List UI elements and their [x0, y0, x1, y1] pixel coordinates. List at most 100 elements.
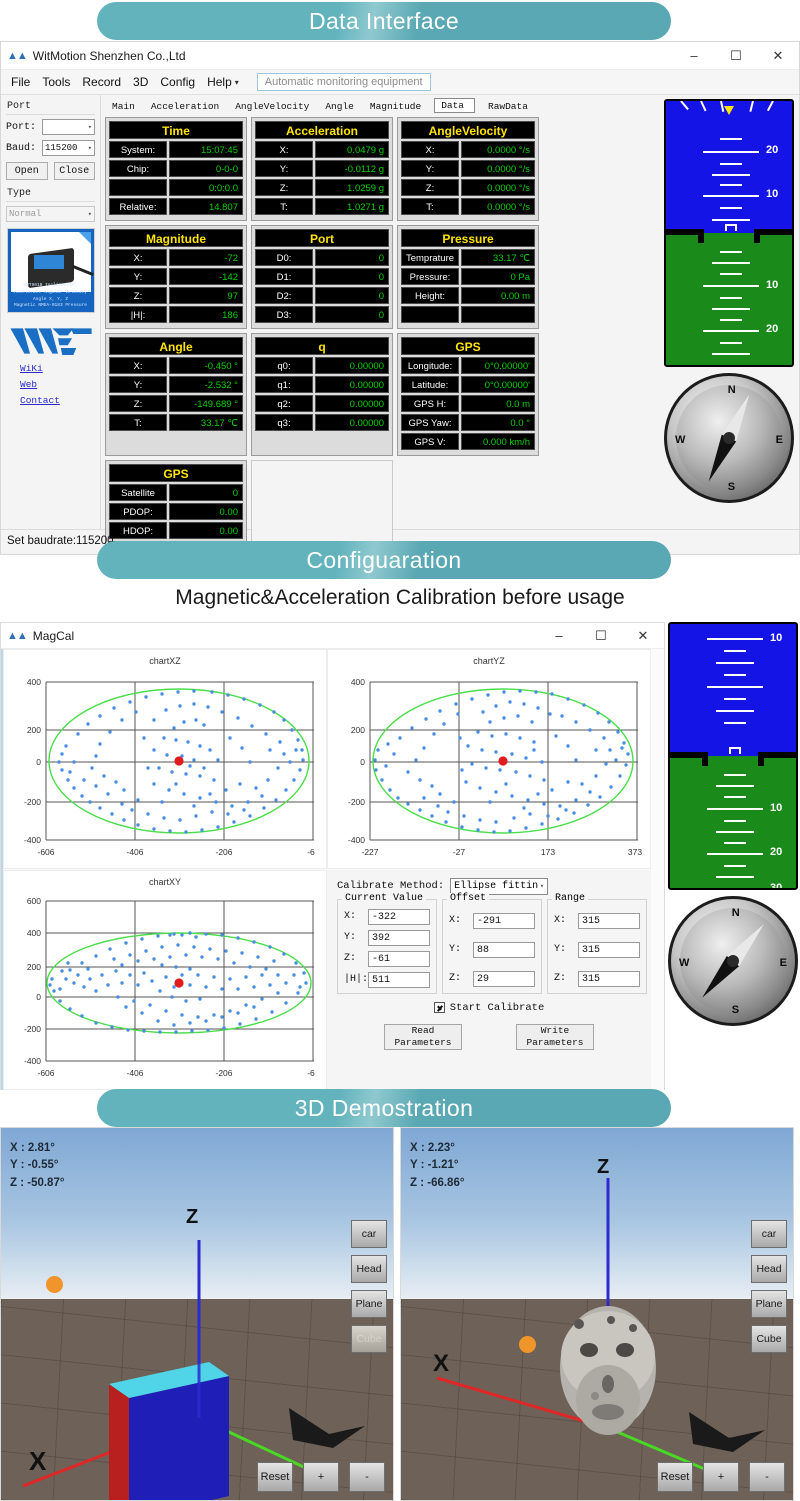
demo-right-button-head[interactable]: Head	[751, 1255, 787, 1283]
demo-left-zoom-in-button[interactable]: +	[303, 1462, 339, 1492]
svg-text:-6: -6	[307, 847, 315, 857]
demo-left-zoom-out-button[interactable]: -	[349, 1462, 385, 1492]
calibrate-method-value: Ellipse fittin	[454, 880, 539, 892]
row-value: 0.0 °	[461, 414, 535, 431]
tab-main[interactable]: Main	[109, 100, 138, 113]
close-button[interactable]: Close	[53, 162, 95, 180]
demo-left-button-cube[interactable]: Cube	[351, 1325, 387, 1353]
read-parameters-button[interactable]: Read Parameters	[384, 1023, 462, 1050]
range-row: X: 315	[554, 912, 640, 929]
range-x-input[interactable]: 315	[578, 912, 640, 929]
demo-right-zoom-in-button[interactable]: +	[703, 1462, 739, 1492]
current-value-h-input[interactable]: 511	[368, 971, 430, 988]
link-wiki[interactable]: WiKi	[20, 363, 95, 374]
roll-tick	[766, 101, 774, 112]
attitude-indicator: 20 10 10 20	[664, 99, 794, 367]
write-parameters-button[interactable]: Write Parameters	[516, 1023, 594, 1050]
demo-right-button-cube[interactable]: Cube	[751, 1325, 787, 1353]
start-calibrate-checkbox[interactable]	[433, 1002, 445, 1013]
menu-record[interactable]: Record	[82, 75, 121, 89]
minimize-icon[interactable]: –	[673, 42, 715, 70]
offset-caption: Offset	[447, 892, 490, 904]
product-image: HWT901B Inclinometer Accelerate Angular …	[6, 228, 95, 313]
automatic-monitoring-field[interactable]: Automatic monitoring equipment	[256, 73, 431, 91]
row-label: q2:	[255, 395, 313, 412]
demo-left-button-plane[interactable]: Plane	[351, 1290, 387, 1318]
demo-right-button-plane[interactable]: Plane	[751, 1290, 787, 1318]
baud-select[interactable]: 115200 ▾	[42, 140, 95, 156]
roll-tick	[680, 101, 689, 111]
row-value: -72	[169, 249, 243, 266]
demo-left-reset-button[interactable]: Reset	[257, 1462, 293, 1492]
panel-row: D0: 0	[255, 249, 389, 266]
offset-z-input[interactable]: 29	[473, 970, 535, 987]
menu-file[interactable]: File	[11, 75, 30, 89]
tab-magnitude[interactable]: Magnitude	[367, 100, 424, 113]
port-select[interactable]: ▾	[42, 119, 95, 135]
banner-configuration-label: Configuaration	[306, 546, 462, 573]
panel-row: D1: 0	[255, 268, 389, 285]
aircraft-symbol-icon	[729, 747, 741, 754]
compass-gauge-secondary: N E S W	[668, 896, 798, 1026]
menu-3d[interactable]: 3D	[133, 75, 148, 89]
close-icon[interactable]: ✕	[757, 42, 799, 70]
row-label: Y:	[109, 376, 167, 393]
panel-row: X: -72	[109, 249, 243, 266]
current-value-y-input[interactable]: 392	[368, 929, 430, 946]
pitch-label-sky-10: 10	[766, 188, 779, 200]
tab-angle[interactable]: Angle	[322, 100, 357, 113]
row-label: Z:	[401, 179, 459, 196]
pitch-tick	[724, 650, 746, 652]
close-icon[interactable]: ✕	[622, 622, 664, 650]
current-value-x-input[interactable]: -322	[368, 908, 430, 925]
range-y-input[interactable]: 315	[578, 941, 640, 958]
demo-left-button-head[interactable]: Head	[351, 1255, 387, 1283]
pitch-tick	[724, 842, 746, 844]
panel-row: T: 0.0000 °/s	[401, 198, 535, 215]
field-key: Z:	[554, 973, 567, 984]
demo-right-button-car[interactable]: car	[751, 1220, 787, 1248]
type-select[interactable]: Normal ▾	[6, 206, 95, 222]
open-button[interactable]: Open	[6, 162, 48, 180]
chevron-down-icon[interactable]: ▾	[235, 78, 239, 87]
tab-anglevelocity[interactable]: AngleVelocity	[232, 100, 312, 113]
current-value-row: Z: -61	[344, 950, 430, 967]
start-calibrate-row[interactable]: Start Calibrate	[327, 1002, 651, 1014]
row-value: 0.00000	[315, 414, 389, 431]
menu-help[interactable]: Help	[207, 75, 232, 89]
tab-rawdata[interactable]: RawData	[485, 100, 531, 113]
minimize-icon[interactable]: –	[538, 622, 580, 650]
tab-acceleration[interactable]: Acceleration	[148, 100, 222, 113]
maximize-icon[interactable]: ☐	[580, 622, 622, 650]
row-value: 1.0271 g	[315, 198, 389, 215]
compass-hub	[723, 432, 735, 444]
row-label: D2:	[255, 287, 313, 304]
maximize-icon[interactable]: ☐	[715, 42, 757, 70]
current-value-group: Current Value X: -322 Y: 392 Z: -61 |H|:…	[337, 892, 437, 994]
field-key: Z:	[449, 973, 462, 984]
compass-letter-n: N	[727, 384, 736, 396]
menu-tools[interactable]: Tools	[42, 75, 70, 89]
pitch-label-ground-10: 10	[766, 279, 779, 291]
panel-row: Height: 0.00 m	[401, 287, 535, 304]
svg-text:373: 373	[628, 847, 642, 857]
current-value-z-input[interactable]: -61	[368, 950, 430, 967]
range-row: Z: 315	[554, 970, 640, 987]
range-z-input[interactable]: 315	[578, 970, 640, 987]
demo-right-zoom-out-button[interactable]: -	[749, 1462, 785, 1492]
row-value: 0	[315, 268, 389, 285]
offset-x-input[interactable]: -291	[473, 912, 535, 929]
menu-config[interactable]: Config	[160, 75, 195, 89]
demo-left-button-car[interactable]: car	[351, 1220, 387, 1248]
demo-right-reset-button[interactable]: Reset	[657, 1462, 693, 1492]
row-label: D1:	[255, 268, 313, 285]
row-value: 0.000 km/h	[461, 433, 535, 450]
panel-row: Y: 0.0000 °/s	[401, 160, 535, 177]
offset-y-input[interactable]: 88	[473, 941, 535, 958]
link-web[interactable]: Web	[20, 379, 95, 390]
link-contact[interactable]: Contact	[20, 395, 95, 406]
row-value: 0.00	[169, 522, 243, 539]
demo-left-controls: Reset + -	[257, 1462, 385, 1492]
tab-data[interactable]: Data	[434, 98, 475, 113]
row-label: GPS V:	[401, 433, 459, 450]
